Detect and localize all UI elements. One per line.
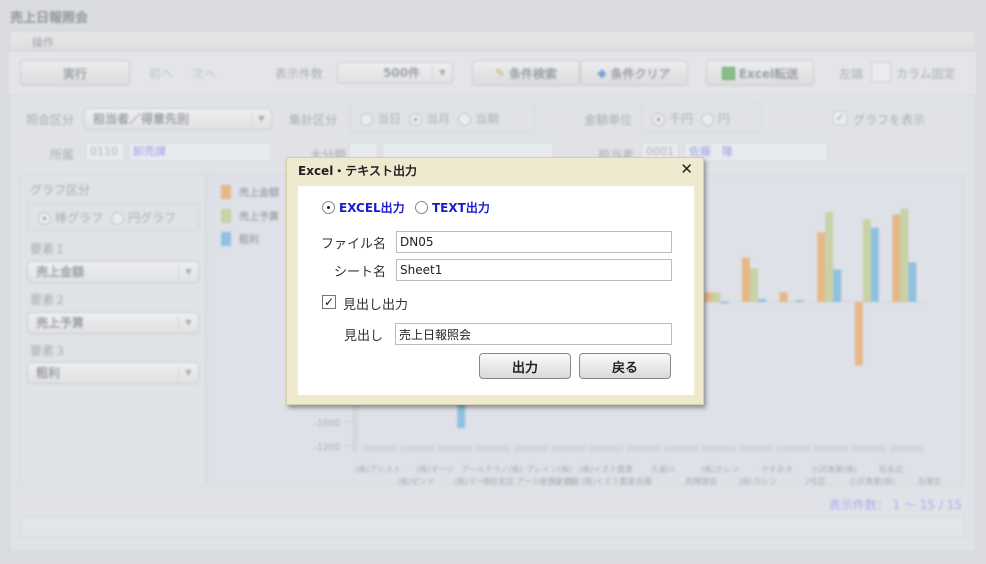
sheet-name-input[interactable] — [396, 259, 672, 281]
text-output-label: TEXT出力 — [432, 201, 490, 215]
radio-unselected-icon — [415, 201, 428, 214]
dialog-body: EXCEL出力 TEXT出力 ファイル名 シート名 ✓ 見出し出力 見出し 出力… — [298, 186, 694, 395]
dialog-title: Excel・テキスト出力 — [298, 164, 417, 178]
file-name-label: ファイル名 — [320, 237, 386, 252]
radio-selected-icon — [322, 201, 335, 214]
excel-output-radio[interactable]: EXCEL出力 — [322, 199, 405, 216]
heading-output-checkbox[interactable]: ✓ — [322, 295, 336, 309]
back-button[interactable]: 戻る — [579, 353, 671, 379]
output-button[interactable]: 出力 — [479, 353, 571, 379]
close-icon[interactable]: ✕ — [680, 160, 693, 178]
excel-output-label: EXCEL出力 — [339, 201, 405, 215]
heading-label: 見出し — [343, 329, 383, 344]
heading-input[interactable] — [395, 323, 672, 345]
file-name-input[interactable] — [396, 231, 672, 253]
excel-text-output-dialog: Excel・テキスト出力 ✕ EXCEL出力 TEXT出力 ファイル名 シート名… — [286, 157, 704, 405]
heading-output-label: 見出し出力 — [343, 298, 409, 313]
text-output-radio[interactable]: TEXT出力 — [415, 199, 490, 216]
sheet-name-label: シート名 — [333, 265, 386, 280]
